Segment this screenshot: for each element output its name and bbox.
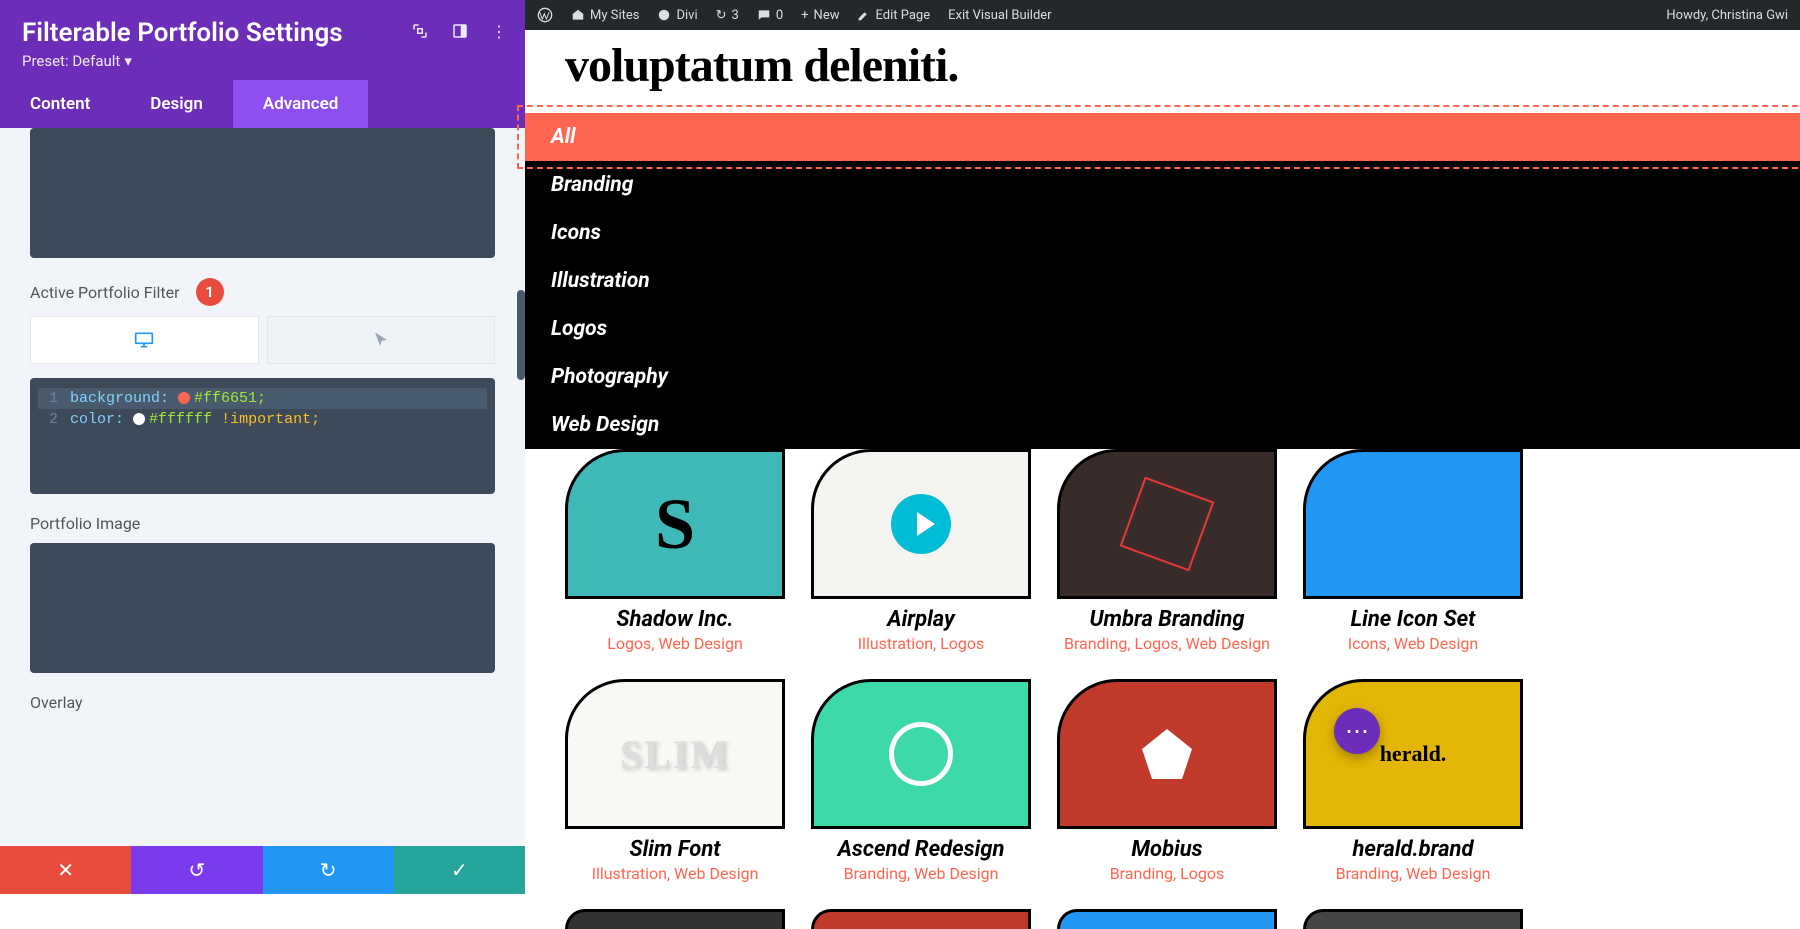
portfolio-categories[interactable]: Logos, Web Design <box>565 634 785 653</box>
css-code-editor[interactable]: 1 background: #ff6651; 2 color: #ffffff … <box>30 378 495 494</box>
portfolio-item[interactable]: Umbra Branding Branding, Logos, Web Desi… <box>1057 449 1277 653</box>
panel-header: Filterable Portfolio Settings Preset: De… <box>0 0 525 80</box>
portfolio-thumb <box>811 449 1031 599</box>
portfolio-filters: All Branding Icons Illustration Logos Ph… <box>525 113 1800 449</box>
chevron-down-icon: ▾ <box>124 52 132 70</box>
portfolio-item[interactable] <box>1303 909 1523 929</box>
undo-button[interactable]: ↺ <box>131 846 262 894</box>
portfolio-thumb <box>565 679 785 829</box>
comments-link[interactable]: 0 <box>757 8 783 23</box>
filter-logos[interactable]: Logos <box>525 305 1800 353</box>
new-link[interactable]: + New <box>801 8 839 23</box>
tab-content[interactable]: Content <box>0 80 120 128</box>
portfolio-thumb <box>565 909 785 929</box>
divi-link[interactable]: Divi <box>657 8 697 23</box>
filter-web-design[interactable]: Web Design <box>525 401 1800 449</box>
portfolio-item[interactable]: Slim Font Illustration, Web Design <box>565 679 785 883</box>
portfolio-item[interactable]: Airplay Illustration, Logos <box>811 449 1031 653</box>
portfolio-thumb <box>1303 909 1523 929</box>
portfolio-title: Airplay <box>811 607 1031 632</box>
panel-tabs: Content Design Advanced <box>0 80 525 128</box>
portfolio-thumb <box>1057 679 1277 829</box>
preset-selector[interactable]: Preset: Default ▾ <box>22 52 503 70</box>
portfolio-thumb <box>1057 909 1277 929</box>
portfolio-grid: Shadow Inc. Logos, Web Design Airplay Il… <box>525 449 1800 929</box>
portfolio-item[interactable]: herald.brand Branding, Web Design <box>1303 679 1523 883</box>
scrollbar-thumb[interactable] <box>517 290 525 380</box>
filter-icons[interactable]: Icons <box>525 209 1800 257</box>
portfolio-title: Slim Font <box>565 837 785 862</box>
annotation-marker-1: 1 <box>196 278 224 306</box>
page-headline: voluptatum deleniti. <box>525 30 1800 113</box>
code-line-1[interactable]: 1 background: #ff6651; <box>38 388 487 409</box>
save-button[interactable]: ✓ <box>394 846 525 894</box>
css-editor-box[interactable] <box>30 128 495 258</box>
my-sites-link[interactable]: My Sites <box>571 8 639 23</box>
preview-area: My Sites Divi ↻ 3 0 + New Edit Page Exit… <box>525 0 1800 894</box>
portfolio-thumb <box>1057 449 1277 599</box>
portfolio-item[interactable] <box>811 909 1031 929</box>
portfolio-categories[interactable]: Branding, Web Design <box>811 864 1031 883</box>
user-greeting[interactable]: Howdy, Christina Gwi <box>1666 8 1788 23</box>
section-label-portfolio-image: Portfolio Image <box>30 514 495 533</box>
settings-panel: Filterable Portfolio Settings Preset: De… <box>0 0 525 894</box>
portfolio-item[interactable] <box>1057 909 1277 929</box>
panel-body: Active Portfolio Filter 1 1 background: … <box>0 128 525 894</box>
portfolio-thumb <box>1303 679 1523 829</box>
portfolio-categories[interactable]: Icons, Web Design <box>1303 634 1523 653</box>
css-editor-box-2[interactable] <box>30 543 495 673</box>
color-swatch-white <box>133 413 145 425</box>
redo-button[interactable]: ↻ <box>263 846 394 894</box>
device-hover-button[interactable] <box>267 316 496 364</box>
divi-fab-button[interactable]: ⋯ <box>1334 708 1380 754</box>
section-label-overlay: Overlay <box>30 693 495 712</box>
kebab-menu-icon[interactable]: ⋮ <box>491 22 507 44</box>
wp-logo-icon[interactable] <box>537 7 553 23</box>
portfolio-categories[interactable]: Illustration, Web Design <box>565 864 785 883</box>
portfolio-item[interactable]: Line Icon Set Icons, Web Design <box>1303 449 1523 653</box>
code-line-2[interactable]: 2 color: #ffffff !important; <box>38 409 487 430</box>
portfolio-title: Ascend Redesign <box>811 837 1031 862</box>
expand-icon[interactable] <box>411 22 429 44</box>
portfolio-thumb <box>811 679 1031 829</box>
portfolio-title: Shadow Inc. <box>565 607 785 632</box>
portfolio-thumb <box>565 449 785 599</box>
wp-admin-bar: My Sites Divi ↻ 3 0 + New Edit Page Exit… <box>525 0 1800 30</box>
exit-vb-link[interactable]: Exit Visual Builder <box>948 8 1051 23</box>
portfolio-categories[interactable]: Branding, Logos <box>1057 864 1277 883</box>
tab-advanced[interactable]: Advanced <box>233 80 369 128</box>
tab-design[interactable]: Design <box>120 80 233 128</box>
filter-branding[interactable]: Branding <box>525 161 1800 209</box>
section-label-active-filter: Active Portfolio Filter 1 <box>30 278 495 306</box>
filter-illustration[interactable]: Illustration <box>525 257 1800 305</box>
portfolio-categories[interactable]: Branding, Logos, Web Design <box>1057 634 1277 653</box>
filter-photography[interactable]: Photography <box>525 353 1800 401</box>
portfolio-item[interactable]: Shadow Inc. Logos, Web Design <box>565 449 785 653</box>
color-swatch-orange <box>178 392 190 404</box>
panel-footer: ✕ ↺ ↻ ✓ <box>0 846 525 894</box>
portfolio-categories[interactable]: Illustration, Logos <box>811 634 1031 653</box>
portfolio-title: herald.brand <box>1303 837 1523 862</box>
portfolio-item[interactable]: Mobius Branding, Logos <box>1057 679 1277 883</box>
device-desktop-button[interactable] <box>30 316 259 364</box>
filter-all[interactable]: All <box>525 113 1800 161</box>
refresh-link[interactable]: ↻ 3 <box>716 8 739 23</box>
portfolio-title: Umbra Branding <box>1057 607 1277 632</box>
portfolio-item[interactable]: Ascend Redesign Branding, Web Design <box>811 679 1031 883</box>
portfolio-item[interactable] <box>565 909 785 929</box>
cancel-button[interactable]: ✕ <box>0 846 131 894</box>
portfolio-categories[interactable]: Branding, Web Design <box>1303 864 1523 883</box>
device-toggle-row <box>30 316 495 364</box>
portfolio-title: Mobius <box>1057 837 1277 862</box>
dock-icon[interactable] <box>451 22 469 44</box>
portfolio-title: Line Icon Set <box>1303 607 1523 632</box>
portfolio-thumb <box>1303 449 1523 599</box>
edit-page-link[interactable]: Edit Page <box>857 8 930 23</box>
portfolio-thumb <box>811 909 1031 929</box>
